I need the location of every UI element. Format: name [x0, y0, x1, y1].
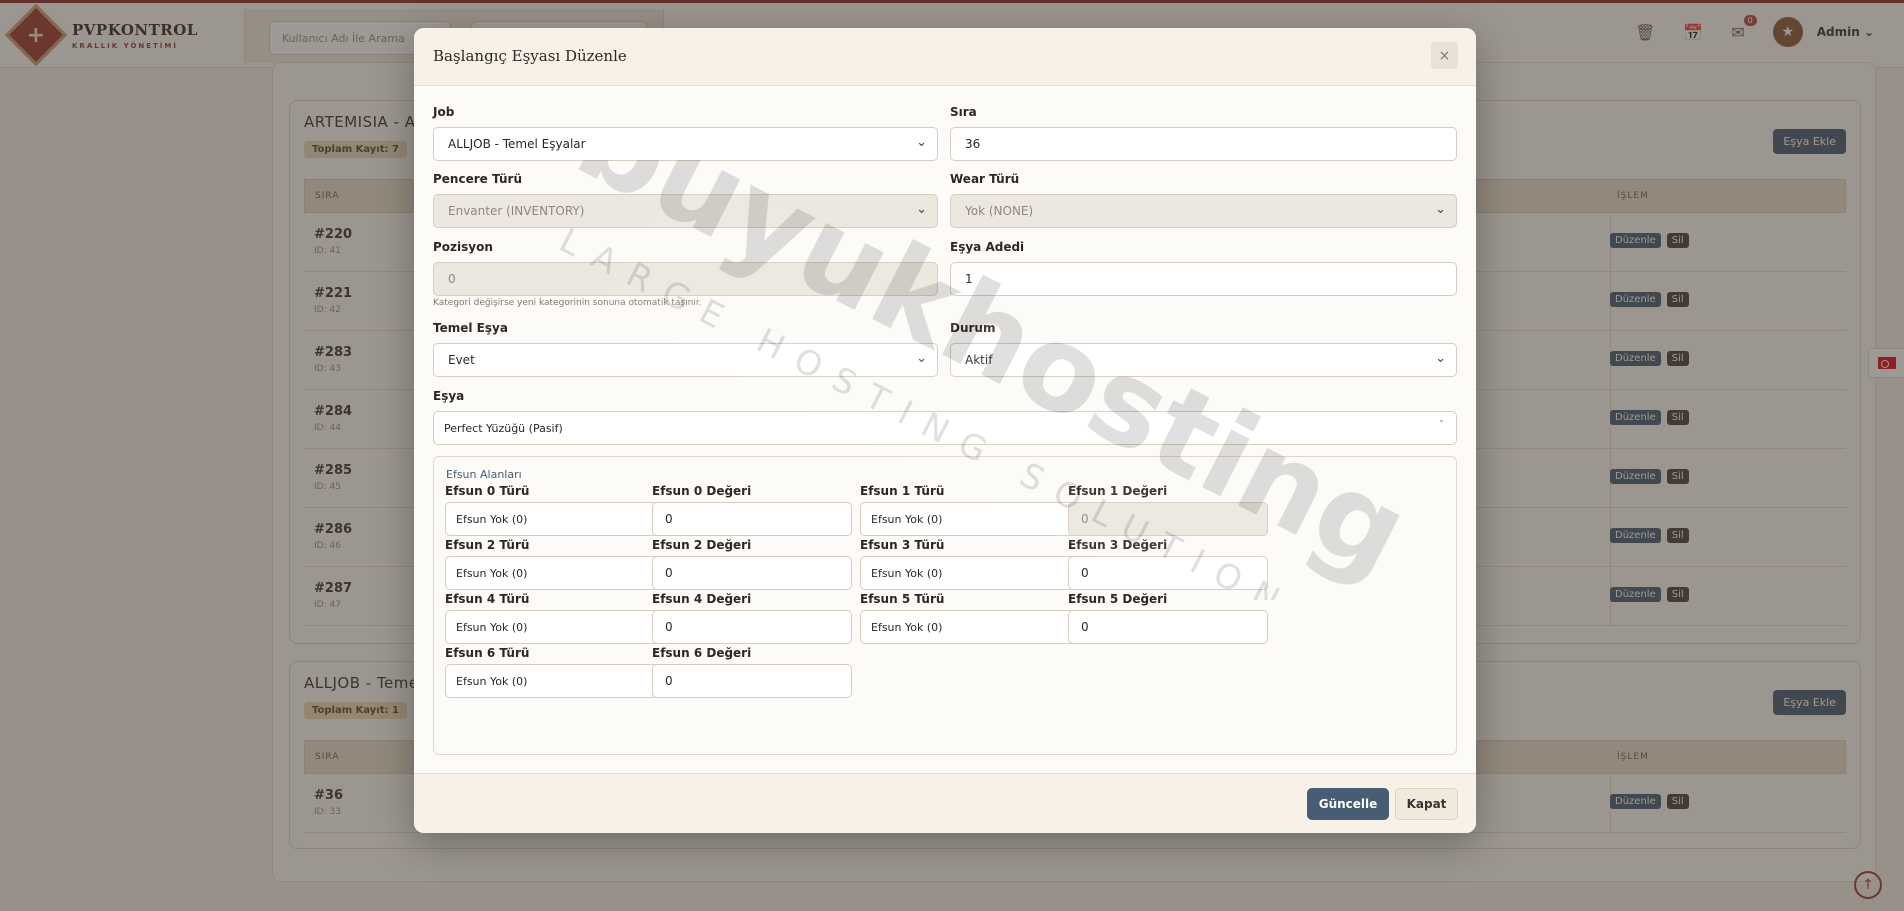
- position-hint: Kategori değişirse yeni kategorinin sonu…: [433, 298, 702, 308]
- efsun-value-input[interactable]: 0: [652, 664, 852, 698]
- close-button[interactable]: Kapat: [1395, 788, 1458, 820]
- efsun-value: 0: [1081, 512, 1089, 526]
- efsun-value-input[interactable]: 0: [652, 502, 852, 536]
- wear-type-value: Yok (NONE): [965, 204, 1034, 218]
- efsun-value: 0: [665, 620, 673, 634]
- efsun-value-input[interactable]: 0: [1068, 556, 1268, 590]
- efsun-type-value: Efsun Yok (0): [456, 620, 528, 634]
- efsun-value-label: Efsun 4 Değeri: [652, 592, 752, 606]
- efsun-type-value: Efsun Yok (0): [871, 566, 943, 580]
- efsun-value-input[interactable]: 0: [652, 610, 852, 644]
- modal-footer: Güncelle Kapat: [414, 773, 1476, 833]
- basic-item-value: Evet: [448, 353, 475, 367]
- efsun-value: 0: [1081, 620, 1089, 634]
- item-count-input[interactable]: 1: [950, 262, 1457, 296]
- job-select[interactable]: ALLJOB - Temel Eşyalar: [433, 127, 938, 161]
- efsun-value-label: Efsun 0 Değeri: [652, 484, 752, 498]
- efsun-value: 0: [665, 512, 673, 526]
- efsun-type-label: Efsun 2 Türü: [445, 538, 530, 552]
- wear-type-label: Wear Türü: [950, 172, 1020, 186]
- efsun-type-label: Efsun 0 Türü: [445, 484, 530, 498]
- efsun-type-label: Efsun 3 Türü: [860, 538, 945, 552]
- close-icon[interactable]: ×: [1431, 42, 1458, 69]
- position-label: Pozisyon: [433, 240, 493, 254]
- efsun-value-input[interactable]: 0: [652, 556, 852, 590]
- window-type-select[interactable]: Envanter (INVENTORY): [433, 194, 938, 228]
- efsun-type-value: Efsun Yok (0): [456, 512, 528, 526]
- order-input[interactable]: 36: [950, 127, 1457, 161]
- status-value: Aktif: [965, 353, 993, 367]
- item-select[interactable]: Perfect Yüzüğü (Pasif): [433, 411, 1457, 445]
- order-label: Sıra: [950, 105, 977, 119]
- efsun-type-value: Efsun Yok (0): [456, 566, 528, 580]
- wear-type-select[interactable]: Yok (NONE): [950, 194, 1457, 228]
- edit-starter-item-modal: Başlangıç Eşyası Düzenle × Job ALLJOB - …: [414, 28, 1476, 833]
- efsun-fields-panel: Efsun Alanları Efsun 0 Türü Efsun Yok (0)…: [433, 456, 1457, 755]
- efsun-type-label: Efsun 4 Türü: [445, 592, 530, 606]
- window-type-value: Envanter (INVENTORY): [448, 204, 585, 218]
- modal-title: Başlangıç Eşyası Düzenle: [433, 47, 627, 65]
- status-label: Durum: [950, 321, 996, 335]
- efsun-value-input[interactable]: 0: [1068, 610, 1268, 644]
- efsun-value-label: Efsun 5 Değeri: [1068, 592, 1168, 606]
- item-count-label: Eşya Adedi: [950, 240, 1025, 254]
- efsun-type-label: Efsun 6 Türü: [445, 646, 530, 660]
- basic-item-select[interactable]: Evet: [433, 343, 938, 377]
- efsun-value-label: Efsun 3 Değeri: [1068, 538, 1168, 552]
- efsun-type-label: Efsun 5 Türü: [860, 592, 945, 606]
- job-value: ALLJOB - Temel Eşyalar: [448, 137, 586, 151]
- efsun-value-input[interactable]: 0: [1068, 502, 1268, 536]
- status-select[interactable]: Aktif: [950, 343, 1457, 377]
- position-value: 0: [448, 272, 456, 286]
- item-value: Perfect Yüzüğü (Pasif): [444, 421, 563, 435]
- efsun-value-label: Efsun 2 Değeri: [652, 538, 752, 552]
- efsun-type-label: Efsun 1 Türü: [860, 484, 945, 498]
- basic-item-label: Temel Eşya: [433, 321, 508, 335]
- efsun-value-label: Efsun 1 Değeri: [1068, 484, 1168, 498]
- modal-header: Başlangıç Eşyası Düzenle ×: [414, 28, 1476, 86]
- position-input[interactable]: 0: [433, 262, 938, 296]
- efsun-value-label: Efsun 6 Değeri: [652, 646, 752, 660]
- efsun-value: 0: [1081, 566, 1089, 580]
- efsun-title: Efsun Alanları: [446, 468, 522, 481]
- efsun-type-value: Efsun Yok (0): [871, 512, 943, 526]
- efsun-type-value: Efsun Yok (0): [456, 674, 528, 688]
- update-button[interactable]: Güncelle: [1307, 788, 1389, 820]
- job-label: Job: [433, 105, 455, 119]
- efsun-type-value: Efsun Yok (0): [871, 620, 943, 634]
- order-value: 36: [965, 137, 981, 151]
- window-type-label: Pencere Türü: [433, 172, 523, 186]
- efsun-value: 0: [665, 566, 673, 580]
- efsun-value: 0: [665, 674, 673, 688]
- item-count-value: 1: [965, 272, 973, 286]
- item-label: Eşya: [433, 389, 465, 403]
